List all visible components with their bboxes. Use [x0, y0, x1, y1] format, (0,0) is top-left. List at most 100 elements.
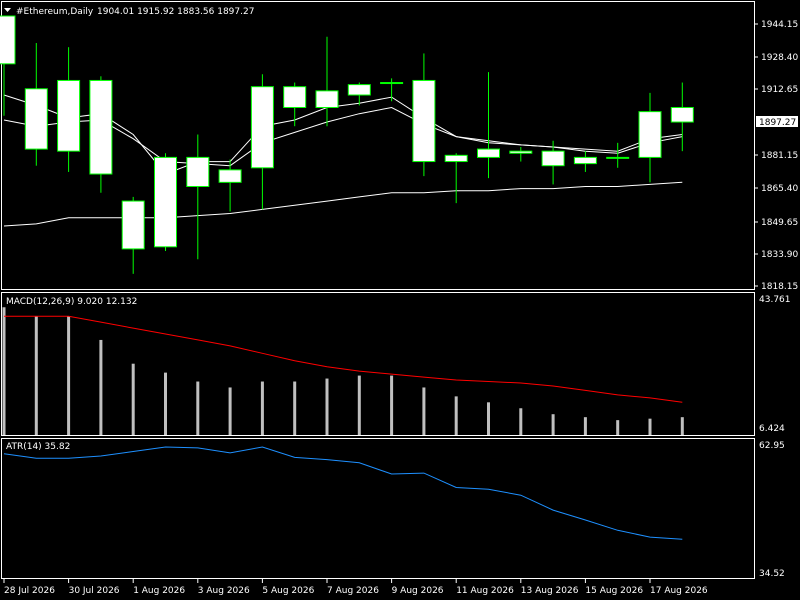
candle-body: [541, 150, 565, 167]
price-tick-label: 1849.65: [761, 218, 798, 228]
macd-histogram-bar: [454, 396, 458, 435]
macd-histogram-bar: [390, 375, 394, 435]
time-axis-label: 3 Aug 2026: [198, 586, 250, 596]
macd-histogram-bar: [357, 375, 361, 435]
candle-body: [24, 88, 48, 150]
atr-frame: [1, 438, 755, 579]
candle-body: [638, 111, 662, 158]
candle-body: [89, 79, 113, 175]
candle[interactable]: [638, 92, 662, 183]
candle-body: [218, 169, 242, 183]
macd-histogram-bar: [422, 387, 426, 435]
price-tick-label: 1865.40: [761, 184, 798, 194]
candle[interactable]: [573, 151, 597, 172]
atr-scale-top: 62.95: [759, 441, 785, 451]
time-axis-label: 5 Aug 2026: [262, 586, 314, 596]
macd-histogram-bar: [131, 363, 135, 435]
candle-body: [121, 200, 145, 250]
candle-body: [250, 86, 274, 169]
price-tick-label: 1912.65: [761, 85, 798, 95]
time-axis-label: 9 Aug 2026: [392, 586, 444, 596]
price-tick-label: 1928.40: [761, 53, 798, 63]
macd-histogram-bar: [196, 381, 200, 435]
candle-body: [186, 156, 210, 188]
candle[interactable]: [606, 142, 630, 168]
time-axis-label: 7 Aug 2026: [327, 586, 379, 596]
candle-body: [606, 156, 630, 159]
candle-body: [509, 150, 533, 154]
candle-body: [412, 79, 436, 163]
macd-histogram-bar: [228, 387, 232, 435]
atr-scale-bottom: 34.52: [759, 569, 785, 579]
macd-scale-bottom: 6.424: [759, 424, 785, 434]
candle-body: [283, 86, 307, 108]
macd-signal-line: [4, 315, 683, 403]
macd-histogram-bar: [164, 372, 167, 435]
candle[interactable]: [250, 74, 274, 210]
candle[interactable]: [444, 153, 468, 204]
candle[interactable]: [89, 76, 113, 193]
macd-histogram-bar: [67, 316, 71, 435]
symbol-label: #Ethereum,Daily: [16, 7, 94, 17]
candle[interactable]: [186, 134, 210, 260]
moving-average-line: [3, 181, 683, 227]
time-axis-label: 15 Aug 2026: [585, 586, 643, 596]
candle-body: [444, 154, 468, 163]
trading-chart[interactable]: #Ethereum,Daily 1904.01 1915.92 1883.56 …: [0, 0, 800, 600]
macd-histogram-bar: [648, 418, 652, 435]
time-axis-label: 13 Aug 2026: [521, 586, 579, 596]
candle[interactable]: [380, 78, 404, 102]
candle[interactable]: [670, 82, 694, 152]
time-axis-label: 11 Aug 2026: [456, 586, 514, 596]
candle[interactable]: [121, 196, 145, 274]
candle[interactable]: [57, 47, 81, 172]
candle[interactable]: [315, 36, 339, 127]
chart-menu-arrow-icon[interactable]: [4, 8, 11, 12]
atr-line: [3, 446, 683, 540]
macd-label: MACD(12,26,9) 9.020 12.132: [6, 297, 137, 307]
candle[interactable]: [477, 72, 500, 179]
macd-histogram-bar: [2, 307, 6, 435]
candle-body: [477, 148, 500, 158]
candle-body: [57, 79, 81, 152]
candle-body: [0, 15, 16, 65]
price-tick-label: 1818.15: [761, 282, 798, 292]
macd-histogram-bar: [260, 381, 264, 435]
candle-body: [347, 84, 371, 96]
time-axis-label: 1 Aug 2026: [133, 586, 185, 596]
time-axis-label: 17 Aug 2026: [650, 586, 708, 596]
current-price-marker: 1897.27: [756, 116, 798, 128]
time-axis-label: 28 Jul 2026: [4, 586, 55, 596]
ohlc-values: 1904.01 1915.92 1883.56 1897.27: [97, 7, 254, 17]
candlesticks[interactable]: [0, 15, 694, 274]
macd-histogram-bar: [325, 378, 329, 435]
candle[interactable]: [24, 43, 48, 166]
macd-frame: [1, 292, 755, 436]
time-axis-label: 30 Jul 2026: [69, 586, 120, 596]
price-tick-label: 1881.15: [761, 151, 798, 161]
candle-body: [154, 156, 177, 248]
price-tick-label: 1944.15: [761, 20, 798, 30]
atr-indicator: [3, 446, 683, 540]
candle-body: [380, 82, 404, 85]
candle-body: [670, 106, 694, 123]
candle[interactable]: [154, 153, 177, 251]
macd-histogram-bar: [99, 339, 103, 435]
candle[interactable]: [412, 53, 436, 177]
macd-histogram-bar: [583, 417, 587, 435]
candle-body: [315, 90, 339, 108]
macd-scale-top: 43.761: [759, 295, 791, 305]
macd-histogram-bar: [616, 420, 620, 435]
candle[interactable]: [218, 159, 242, 212]
price-axis: 1944.15 1928.40 1912.65 1881.15 1865.40 1849.…: [755, 20, 798, 292]
macd-indicator: [2, 307, 684, 435]
macd-histogram-bar: [551, 414, 555, 435]
macd-histogram-bar: [293, 381, 297, 435]
macd-histogram-bar: [680, 417, 684, 435]
macd-histogram-bar: [34, 316, 38, 435]
macd-histogram-bar: [519, 408, 523, 435]
candle[interactable]: [283, 82, 307, 127]
candle[interactable]: [0, 15, 16, 116]
candle[interactable]: [509, 146, 533, 162]
macd-histogram-bar: [487, 402, 490, 435]
